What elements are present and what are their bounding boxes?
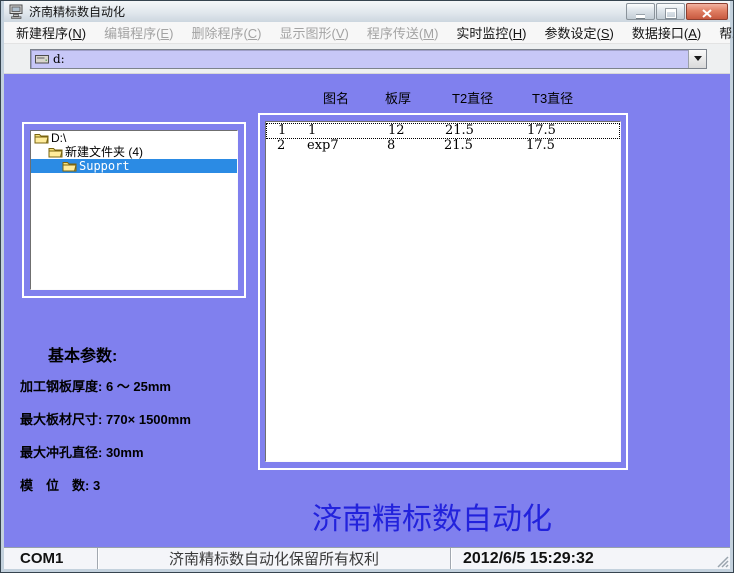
program-list-frame: 1 1 12 21.5 17.5 2 exp7 8 21.5 17.5 xyxy=(258,113,628,470)
maximize-icon xyxy=(666,9,676,18)
tree-item-label: Support xyxy=(79,159,130,173)
menu-item-data-interface[interactable]: 数据接口(A) xyxy=(623,20,710,45)
parameters-heading: 基本参数: xyxy=(48,342,117,366)
cell-t2-diameter: 21.5 xyxy=(445,124,527,138)
program-list[interactable]: 1 1 12 21.5 17.5 2 exp7 8 21.5 17.5 xyxy=(265,121,621,462)
resize-grip[interactable] xyxy=(714,553,729,568)
app-window: 济南精标数自动化 新建程序(N) 编辑程序(E) 删除程序(C) 显示图形(V)… xyxy=(0,0,734,573)
menu-item-edit-program: 编辑程序(E) xyxy=(95,20,182,45)
drive-combobox-value: d: xyxy=(53,52,688,66)
title-bar[interactable]: 济南精标数自动化 xyxy=(4,1,730,22)
param-plate-thickness: 加工钢板厚度: 6 ～ 25mm xyxy=(20,376,171,395)
cell-thickness: 12 xyxy=(388,124,445,138)
folder-tree[interactable]: D:\ 新建文件夹 (4) Support xyxy=(30,130,238,290)
param-die-positions: 模 位 数: 3 xyxy=(20,475,100,494)
program-row[interactable]: 1 1 12 21.5 17.5 xyxy=(266,123,620,139)
minimize-icon xyxy=(636,15,645,18)
tree-item-label: 新建文件夹 (4) xyxy=(65,145,143,159)
menu-item-monitor[interactable]: 实时监控(H) xyxy=(447,20,535,45)
menu-bar: 新建程序(N) 编辑程序(E) 删除程序(C) 显示图形(V) 程序传送(M) … xyxy=(4,22,730,44)
close-button[interactable] xyxy=(686,3,728,20)
menu-item-settings[interactable]: 参数设定(S) xyxy=(535,20,622,45)
cell-index: 2 xyxy=(266,139,307,154)
menu-item-transfer: 程序传送(M) xyxy=(358,20,448,45)
param-max-sheet-size: 最大板材尺寸: 770× 1500mm xyxy=(20,409,191,428)
brand-text: 济南精标数自动化 xyxy=(312,494,552,538)
status-copyright: 济南精标数自动化保留所有权利 xyxy=(98,548,451,569)
status-bar: COM1 济南精标数自动化保留所有权利 2012/6/5 15:29:32 xyxy=(4,547,730,569)
column-header-name: 图名 xyxy=(323,88,349,107)
chevron-down-icon xyxy=(694,56,702,61)
folder-icon xyxy=(34,132,49,144)
toolbar: d: xyxy=(4,44,730,74)
caption-buttons xyxy=(625,3,728,20)
param-max-punch-diameter: 最大冲孔直径: 30mm xyxy=(20,442,144,461)
column-header-t3-diameter: T3直径 xyxy=(532,88,573,107)
close-icon xyxy=(702,9,712,18)
column-header-thickness: 板厚 xyxy=(385,88,411,107)
tree-item-new-folder[interactable]: 新建文件夹 (4) xyxy=(31,145,237,159)
cell-t3-diameter: 17.5 xyxy=(527,124,619,138)
menu-item-new-program[interactable]: 新建程序(N) xyxy=(7,20,95,45)
menu-item-show-graphic: 显示图形(V) xyxy=(271,20,358,45)
cell-thickness: 8 xyxy=(387,139,444,154)
app-icon[interactable] xyxy=(9,4,25,19)
status-datetime: 2012/6/5 15:29:32 xyxy=(451,548,730,569)
column-header-t2-diameter: T2直径 xyxy=(452,88,493,107)
status-com-port: COM1 xyxy=(4,548,98,569)
tree-item-support[interactable]: Support xyxy=(31,159,237,173)
cell-name: 1 xyxy=(308,124,388,138)
main-area: 图名 板厚 T2直径 T3直径 D:\ 新建文件夹 ( xyxy=(4,74,730,547)
window-title: 济南精标数自动化 xyxy=(29,3,625,20)
drive-combobox[interactable]: d: xyxy=(30,49,707,69)
folder-tree-frame: D:\ 新建文件夹 (4) Support xyxy=(22,122,246,298)
folder-icon xyxy=(48,146,63,158)
minimize-button[interactable] xyxy=(626,3,655,20)
menu-item-delete-program: 删除程序(C) xyxy=(182,20,270,45)
combobox-dropdown-button[interactable] xyxy=(688,50,706,68)
cell-name: exp7 xyxy=(307,139,387,154)
tree-item-drive-d[interactable]: D:\ xyxy=(31,131,237,145)
tree-item-label: D:\ xyxy=(51,131,66,145)
folder-icon xyxy=(62,160,77,172)
cell-t2-diameter: 21.5 xyxy=(444,139,526,154)
maximize-button[interactable] xyxy=(656,3,685,20)
drive-icon xyxy=(35,53,49,64)
program-row[interactable]: 2 exp7 8 21.5 17.5 xyxy=(266,139,620,154)
cell-t3-diameter: 17.5 xyxy=(526,139,620,154)
menu-item-help[interactable]: 帮助(H) xyxy=(710,20,734,45)
cell-index: 1 xyxy=(267,124,308,138)
